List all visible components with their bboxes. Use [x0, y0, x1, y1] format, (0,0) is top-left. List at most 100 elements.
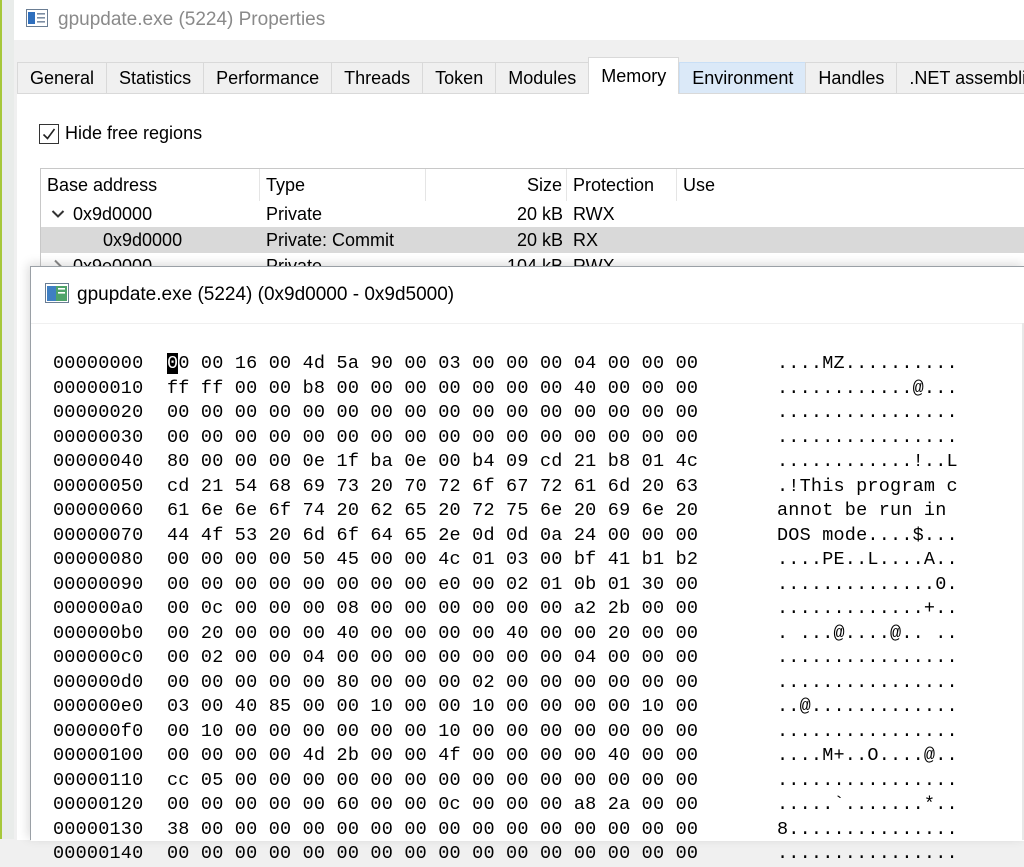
- hex-bytes[interactable]: 00 00 00 00 00 00 00 00 00 00 00 00 00 0…: [167, 426, 777, 451]
- column-header-base-address[interactable]: Base address: [41, 169, 260, 201]
- hex-ascii[interactable]: ....PE..L....A..: [777, 549, 958, 570]
- tab-general[interactable]: General: [17, 62, 107, 94]
- hex-line[interactable]: 00000030 00 00 00 00 00 00 00 00 00 00 00…: [53, 426, 958, 451]
- hex-bytes[interactable]: 00 00 00 00 00 00 00 00 e0 00 02 01 0b 0…: [167, 573, 777, 598]
- hex-bytes[interactable]: 80 00 00 00 0e 1f ba 0e 00 b4 09 cd 21 b…: [167, 450, 777, 475]
- hex-line[interactable]: 00000120 00 00 00 00 00 60 00 00 0c 00 00…: [53, 793, 958, 818]
- chevron-down-icon[interactable]: [51, 201, 65, 227]
- hex-ascii[interactable]: ................: [777, 721, 958, 742]
- hex-bytes[interactable]: 00 00 00 00 50 45 00 00 4c 01 03 00 bf 4…: [167, 548, 777, 573]
- hex-line[interactable]: 000000a0 00 0c 00 00 00 08 00 00 00 00 00…: [53, 597, 958, 622]
- hex-line[interactable]: 000000b0 00 20 00 00 00 40 00 00 00 00 40…: [53, 622, 958, 647]
- hex-bytes[interactable]: cc 05 00 00 00 00 00 00 00 00 00 00 00 0…: [167, 769, 777, 794]
- tab-memory[interactable]: Memory: [588, 57, 680, 94]
- hex-line[interactable]: 00000070 44 4f 53 20 6d 6f 64 65 2e 0d 0d…: [53, 524, 958, 549]
- properties-titlebar[interactable]: gpupdate.exe (5224) Properties: [14, 0, 1024, 40]
- hex-window-titlebar[interactable]: gpupdate.exe (5224) (0x9d0000 - 0x9d5000…: [31, 267, 1024, 323]
- table-row-selected[interactable]: 0x9d0000 Private: Commit 20 kB RX: [41, 227, 1024, 253]
- hide-free-regions-option[interactable]: Hide free regions: [39, 123, 202, 144]
- hex-offset: 00000050: [53, 475, 144, 497]
- hex-ascii[interactable]: .....`.......*..: [777, 794, 958, 815]
- hex-ascii[interactable]: ................: [777, 770, 958, 791]
- tab-environment[interactable]: Environment: [679, 62, 806, 94]
- hex-line[interactable]: 00000140 00 00 00 00 00 00 00 00 00 00 00…: [53, 842, 958, 867]
- hex-line[interactable]: 00000130 38 00 00 00 00 00 00 00 00 00 00…: [53, 818, 958, 843]
- hex-ascii[interactable]: ....MZ..........: [777, 353, 958, 374]
- hex-ascii[interactable]: 8...............: [777, 819, 958, 840]
- tab-performance[interactable]: Performance: [203, 62, 332, 94]
- hex-ascii[interactable]: ................: [777, 672, 958, 693]
- hex-line[interactable]: 000000c0 00 02 00 00 04 00 00 00 00 00 00…: [53, 646, 958, 671]
- tab-handles[interactable]: Handles: [805, 62, 897, 94]
- hex-view[interactable]: 00000000 00 00 16 00 4d 5a 90 00 03 00 00…: [31, 323, 1024, 864]
- hex-bytes[interactable]: 00 10 00 00 00 00 00 00 10 00 00 00 00 0…: [167, 720, 777, 745]
- column-header-type[interactable]: Type: [260, 169, 426, 201]
- hex-line[interactable]: 00000000 00 00 16 00 4d 5a 90 00 03 00 00…: [53, 352, 958, 377]
- hex-bytes[interactable]: 00 02 00 00 04 00 00 00 00 00 00 00 04 0…: [167, 646, 777, 671]
- tab-threads[interactable]: Threads: [331, 62, 423, 94]
- hex-ascii[interactable]: ....M+..O....@..: [777, 745, 958, 766]
- column-header-use[interactable]: Use: [677, 169, 1024, 201]
- hex-line[interactable]: 000000e0 03 00 40 85 00 00 10 00 00 10 00…: [53, 695, 958, 720]
- tab-label: Performance: [216, 67, 320, 88]
- tab-token[interactable]: Token: [422, 62, 496, 94]
- hex-bytes[interactable]: 38 00 00 00 00 00 00 00 00 00 00 00 00 0…: [167, 818, 777, 843]
- tab-label: General: [30, 67, 95, 88]
- hex-line[interactable]: 00000100 00 00 00 00 4d 2b 00 00 4f 00 00…: [53, 744, 958, 769]
- hex-ascii[interactable]: ................: [777, 402, 958, 423]
- hex-bytes[interactable]: 00 00 16 00 4d 5a 90 00 03 00 00 00 04 0…: [167, 352, 777, 377]
- hex-offset: 000000a0: [53, 598, 144, 619]
- tab-modules[interactable]: Modules: [495, 62, 589, 94]
- hex-line[interactable]: 00000010 ff ff 00 00 b8 00 00 00 00 00 00…: [53, 377, 958, 402]
- hex-bytes[interactable]: 44 4f 53 20 6d 6f 64 65 2e 0d 0d 0a 24 0…: [167, 524, 777, 549]
- hex-line[interactable]: 00000020 00 00 00 00 00 00 00 00 00 00 00…: [53, 401, 958, 426]
- hex-ascii[interactable]: ..............0.: [777, 574, 958, 595]
- tab-label: Threads: [344, 67, 411, 88]
- hex-line[interactable]: 00000110 cc 05 00 00 00 00 00 00 00 00 00…: [53, 769, 958, 794]
- column-header-size[interactable]: Size: [426, 169, 567, 201]
- hex-line[interactable]: 00000060 61 6e 6e 6f 74 20 62 65 20 72 75…: [53, 499, 958, 524]
- hex-ascii[interactable]: .............+..: [777, 598, 958, 619]
- hex-offset: 00000000: [53, 353, 144, 374]
- column-header-protection[interactable]: Protection: [567, 169, 677, 201]
- hex-line[interactable]: 00000080 00 00 00 00 50 45 00 00 4c 01 03…: [53, 548, 958, 573]
- hex-bytes[interactable]: 03 00 40 85 00 00 10 00 00 10 00 00 00 0…: [167, 695, 777, 720]
- hex-bytes[interactable]: 00 00 00 00 00 80 00 00 00 02 00 00 00 0…: [167, 671, 777, 696]
- hex-line[interactable]: 000000f0 00 10 00 00 00 00 00 00 10 00 00…: [53, 720, 958, 745]
- column-header-label: Type: [266, 174, 306, 195]
- hex-bytes[interactable]: 00 20 00 00 00 40 00 00 00 00 40 00 00 2…: [167, 622, 777, 647]
- hex-bytes[interactable]: 00 00 00 00 4d 2b 00 00 4f 00 00 00 00 4…: [167, 744, 777, 769]
- table-row[interactable]: 0x9d0000 Private 20 kB RWX: [41, 201, 1024, 227]
- column-header-label: Size: [526, 174, 562, 195]
- hex-bytes[interactable]: ff ff 00 00 b8 00 00 00 00 00 00 00 40 0…: [167, 377, 777, 402]
- hex-bytes[interactable]: 61 6e 6e 6f 74 20 62 65 20 72 75 6e 20 6…: [167, 499, 777, 524]
- hex-ascii[interactable]: ............!..L: [777, 451, 958, 472]
- tab-statistics[interactable]: Statistics: [106, 62, 204, 94]
- column-header-label: Protection: [573, 174, 655, 195]
- hex-line[interactable]: 00000040 80 00 00 00 0e 1f ba 0e 00 b4 09…: [53, 450, 958, 475]
- row-size: 20 kB: [516, 203, 563, 224]
- hex-window-title: gpupdate.exe (5224) (0x9d0000 - 0x9d5000…: [77, 284, 455, 305]
- hide-free-regions-checkbox[interactable]: [39, 123, 59, 144]
- hex-bytes[interactable]: 00 00 00 00 00 00 00 00 00 00 00 00 00 0…: [167, 401, 777, 426]
- hex-ascii[interactable]: ..@.............: [777, 696, 958, 717]
- hex-ascii[interactable]: .!This program c: [777, 476, 958, 497]
- hex-line[interactable]: 00000090 00 00 00 00 00 00 00 00 e0 00 02…: [53, 573, 958, 598]
- hex-ascii[interactable]: . ...@....@.. ..: [777, 623, 958, 644]
- hex-bytes[interactable]: 00 00 00 00 00 60 00 00 0c 00 00 00 a8 2…: [167, 793, 777, 818]
- hex-ascii[interactable]: ................: [777, 427, 958, 448]
- hex-ascii[interactable]: annot be run in: [777, 500, 958, 521]
- hex-bytes[interactable]: 00 00 00 00 00 00 00 00 00 00 00 00 00 0…: [167, 842, 777, 867]
- checkmark-icon: [42, 128, 56, 140]
- hex-line[interactable]: 00000050 cd 21 54 68 69 73 20 70 72 6f 67…: [53, 475, 958, 500]
- hex-ascii[interactable]: ................: [777, 843, 958, 864]
- hex-bytes[interactable]: 00 0c 00 00 00 08 00 00 00 00 00 00 a2 2…: [167, 597, 777, 622]
- hex-ascii[interactable]: DOS mode....$...: [777, 525, 958, 546]
- hex-bytes[interactable]: cd 21 54 68 69 73 20 70 72 6f 67 72 61 6…: [167, 475, 777, 500]
- hex-ascii[interactable]: ............@...: [777, 378, 958, 399]
- tab-net-assemblies[interactable]: .NET assemblies: [896, 62, 1024, 94]
- hex-offset: 000000f0: [53, 720, 144, 742]
- hex-ascii[interactable]: ................: [777, 647, 958, 668]
- hex-line[interactable]: 000000d0 00 00 00 00 00 80 00 00 00 02 00…: [53, 671, 958, 696]
- column-header-label: Use: [683, 174, 716, 195]
